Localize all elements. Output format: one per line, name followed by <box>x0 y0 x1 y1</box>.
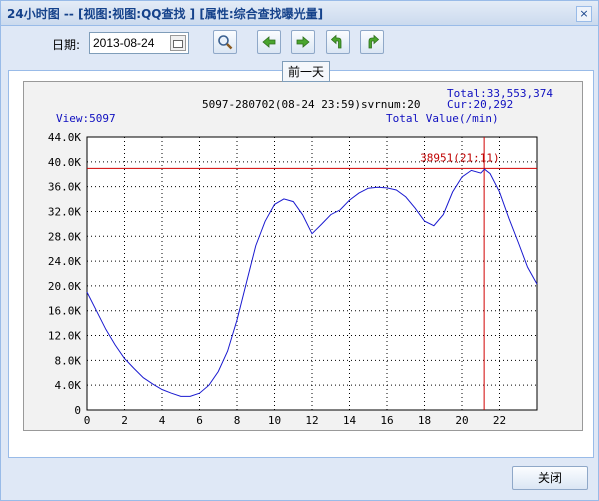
prev-day-icon <box>262 36 276 48</box>
x-tick-label: 14 <box>343 414 357 427</box>
redo-button[interactable] <box>360 30 384 54</box>
x-tick-label: 10 <box>268 414 281 427</box>
y-tick-label: 24.0K <box>48 255 81 268</box>
view-label: View:5097 <box>56 112 116 125</box>
y-tick-label: 32.0K <box>48 205 81 218</box>
tooltip: 前一天 <box>282 61 331 82</box>
x-tick-label: 18 <box>418 414 431 427</box>
zoom-icon <box>218 35 233 50</box>
chart-frame: Total:33,553,374 Cur:20,292 5097-280702(… <box>23 81 583 431</box>
y-tick-label: 44.0K <box>48 131 81 144</box>
y-tick-label: 28.0K <box>48 230 81 243</box>
y-tick-label: 40.0K <box>48 156 81 169</box>
peak-label: 38951(21:11) <box>420 151 499 164</box>
x-tick-label: 4 <box>159 414 166 427</box>
x-axis: 0 2 4 6 8 10 12 14 16 18 20 22 <box>84 414 506 427</box>
close-button[interactable]: 关闭 <box>512 466 588 490</box>
x-tick-label: 0 <box>84 414 91 427</box>
x-tick-label: 22 <box>493 414 506 427</box>
undo-button[interactable] <box>326 30 350 54</box>
chart-info: 5097-280702(08-24 23:59)svrnum:20 <box>202 98 421 111</box>
y-tick-label: 0 <box>74 404 81 417</box>
close-icon[interactable]: × <box>576 6 592 22</box>
y-tick-label: 16.0K <box>48 305 81 318</box>
y-tick-label: 4.0K <box>55 379 82 392</box>
toolbar: 日期: 2013-08-24 <box>1 26 598 62</box>
chart-dialog: 24小时图 -- [视图:视图:QQ查找 ] [属性:综合查找曝光量] × 日期… <box>0 0 599 501</box>
x-tick-label: 16 <box>380 414 393 427</box>
line-chart: Total:33,553,374 Cur:20,292 5097-280702(… <box>48 87 553 427</box>
y-tick-label: 8.0K <box>55 354 82 367</box>
prev-day-button[interactable] <box>257 30 281 54</box>
x-tick-label: 6 <box>196 414 203 427</box>
x-tick-label: 12 <box>305 414 318 427</box>
x-tick-label: 2 <box>121 414 128 427</box>
calendar-icon[interactable] <box>170 35 186 51</box>
date-value: 2013-08-24 <box>93 36 155 50</box>
y-tick-label: 36.0K <box>48 181 81 194</box>
date-field[interactable]: 2013-08-24 <box>89 32 189 54</box>
undo-icon <box>330 34 342 49</box>
redo-icon <box>368 34 380 49</box>
title-bar[interactable]: 24小时图 -- [视图:视图:QQ查找 ] [属性:综合查找曝光量] × <box>1 1 598 26</box>
y-tick-label: 20.0K <box>48 280 81 293</box>
next-day-icon <box>296 36 310 48</box>
date-label: 日期: <box>52 38 81 52</box>
next-day-button[interactable] <box>291 30 315 54</box>
y-axis: 0 4.0K 8.0K 12.0K 16.0K 20.0K 24.0K 28.0K 32.0K 3… <box>48 131 81 417</box>
x-tick-label: 20 <box>455 414 468 427</box>
window-title: 24小时图 -- [视图:视图:QQ查找 ] [属性:综合查找曝光量] <box>7 7 324 21</box>
x-tick-label: 8 <box>234 414 241 427</box>
unit-label: Total Value(/min) <box>386 112 499 125</box>
y-tick-label: 12.0K <box>48 330 81 343</box>
zoom-button[interactable] <box>213 30 237 54</box>
cur-label: Cur:20,292 <box>447 98 513 111</box>
